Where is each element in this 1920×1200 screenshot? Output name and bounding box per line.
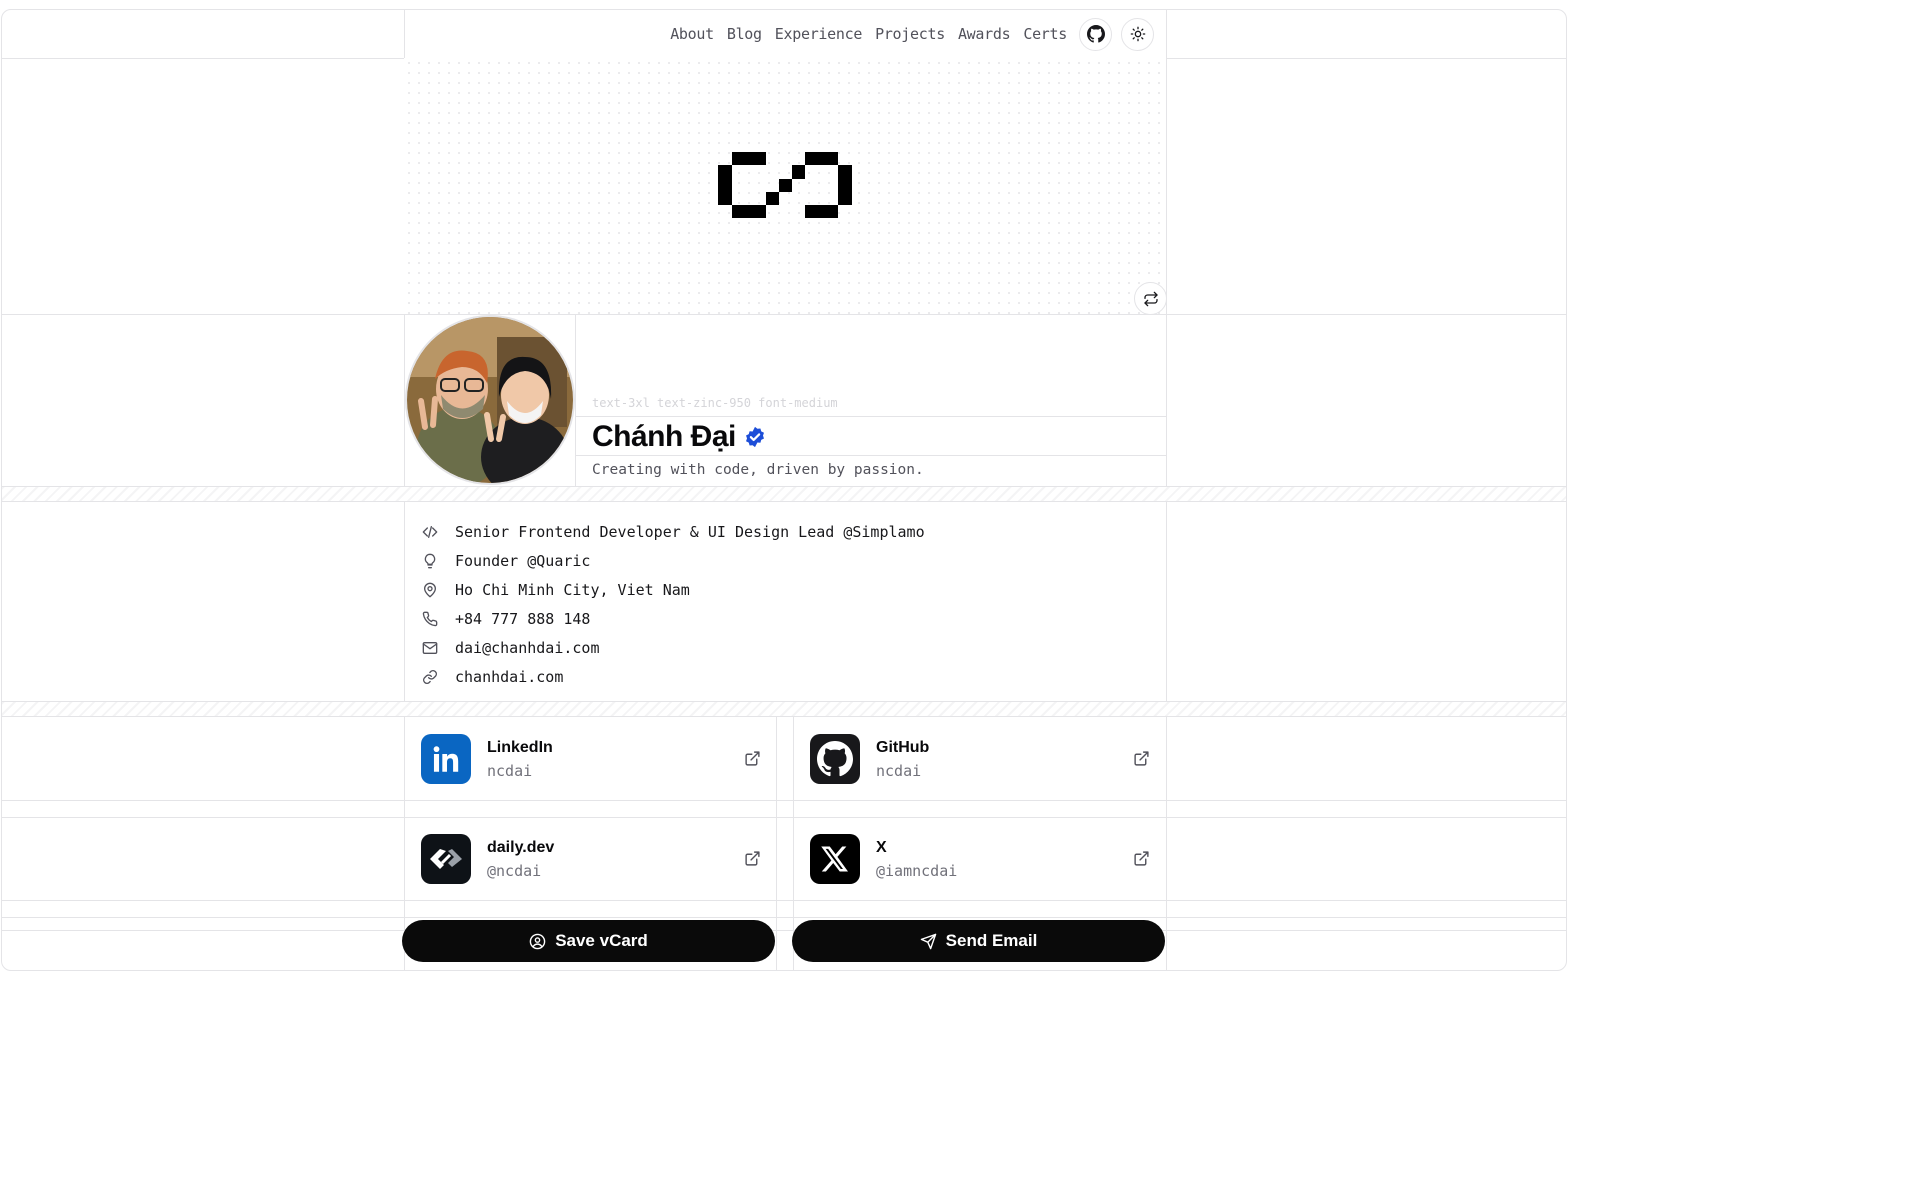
external-link-icon (1134, 751, 1149, 766)
save-vcard-button[interactable]: Save vCard (402, 920, 775, 962)
save-vcard-label: Save vCard (555, 931, 648, 950)
profile-name: Chánh Đại (592, 420, 736, 453)
send-icon (920, 933, 936, 949)
grid-line (2, 800, 1566, 801)
theme-toggle-button[interactable] (1121, 17, 1154, 51)
external-link-icon (745, 751, 760, 766)
grid-line (575, 314, 576, 486)
info-text: dai@chanhdai.com (455, 638, 600, 657)
social-card-linkedin[interactable]: LinkedIn ncdai (405, 718, 777, 800)
linkedin-icon (421, 734, 471, 784)
grid-line (2, 917, 1566, 918)
external-link-icon (1134, 851, 1149, 866)
grid-line (2, 817, 1566, 818)
profile-name-row: Chánh Đại (592, 420, 766, 454)
x-logo-icon (810, 834, 860, 884)
lightbulb-icon (420, 551, 440, 571)
grid-line (2, 314, 1566, 315)
hero-banner (404, 58, 1167, 315)
repeat-icon (1143, 291, 1158, 306)
top-nav: About Blog Experience Projects Awards Ce… (404, 10, 1166, 58)
social-card-x[interactable]: X @iamncdai (794, 818, 1166, 900)
send-email-button[interactable]: Send Email (792, 920, 1165, 962)
info-text: Ho Chi Minh City, Viet Nam (455, 580, 690, 599)
info-item-phone[interactable]: +84 777 888 148 (420, 604, 925, 633)
info-list: Senior Frontend Developer & UI Design Le… (420, 517, 925, 691)
info-item-founder: Founder @Quaric (420, 546, 925, 575)
social-title: LinkedIn (487, 738, 553, 756)
social-title: X (876, 838, 887, 856)
user-circle-icon (529, 933, 546, 949)
mail-icon (420, 638, 440, 658)
section-divider (2, 701, 1566, 717)
sun-icon (1130, 26, 1145, 42)
info-text: chanhdai.com (455, 667, 564, 686)
map-pin-icon (420, 580, 440, 600)
grid-line (2, 900, 1566, 901)
social-handle: @ncdai (487, 861, 542, 880)
nav-certs[interactable]: Certs (1023, 25, 1067, 43)
social-card-dailydev[interactable]: daily.dev @ncdai (405, 818, 777, 900)
github-button[interactable] (1079, 17, 1112, 51)
info-item-email[interactable]: dai@chanhdai.com (420, 633, 925, 662)
grid-line (2, 930, 1566, 931)
info-text: +84 777 888 148 (455, 609, 591, 628)
link-icon (420, 667, 440, 687)
phone-icon (420, 609, 440, 629)
dailydev-icon (421, 834, 471, 884)
info-item-location: Ho Chi Minh City, Viet Nam (420, 575, 925, 604)
info-item-website[interactable]: chanhdai.com (420, 662, 925, 691)
social-title: daily.dev (487, 838, 555, 856)
site-logo (718, 152, 852, 218)
nav-experience[interactable]: Experience (775, 25, 863, 43)
grid-line (575, 455, 1166, 456)
external-link-icon (745, 851, 760, 866)
github-icon (1086, 25, 1105, 43)
social-handle: @iamncdai (876, 861, 958, 880)
swap-logo-button[interactable] (1134, 282, 1167, 315)
send-email-label: Send Email (945, 931, 1038, 950)
nav-about[interactable]: About (670, 25, 714, 43)
social-handle: ncdai (876, 761, 922, 780)
info-text: Senior Frontend Developer & UI Design Le… (455, 522, 925, 541)
nav-blog[interactable]: Blog (727, 25, 762, 43)
nav-projects[interactable]: Projects (875, 25, 945, 43)
social-handle: ncdai (487, 761, 533, 780)
info-item-role: Senior Frontend Developer & UI Design Le… (420, 517, 925, 546)
avatar (405, 315, 575, 485)
verified-badge-icon (745, 426, 764, 448)
profile-tagline: Creating with code, driven by passion. (592, 462, 924, 478)
social-card-github[interactable]: GitHub ncdai (794, 718, 1166, 800)
grid-line (575, 416, 1166, 417)
section-divider (2, 486, 1566, 502)
nav-awards[interactable]: Awards (958, 25, 1011, 43)
info-text: Founder @Quaric (455, 551, 591, 570)
page-frame: About Blog Experience Projects Awards Ce… (1, 9, 1567, 971)
social-title: GitHub (876, 738, 930, 756)
github-logo-icon (810, 734, 860, 784)
style-hint: text-3xl text-zinc-950 font-medium (592, 396, 838, 410)
code-icon (420, 522, 440, 542)
